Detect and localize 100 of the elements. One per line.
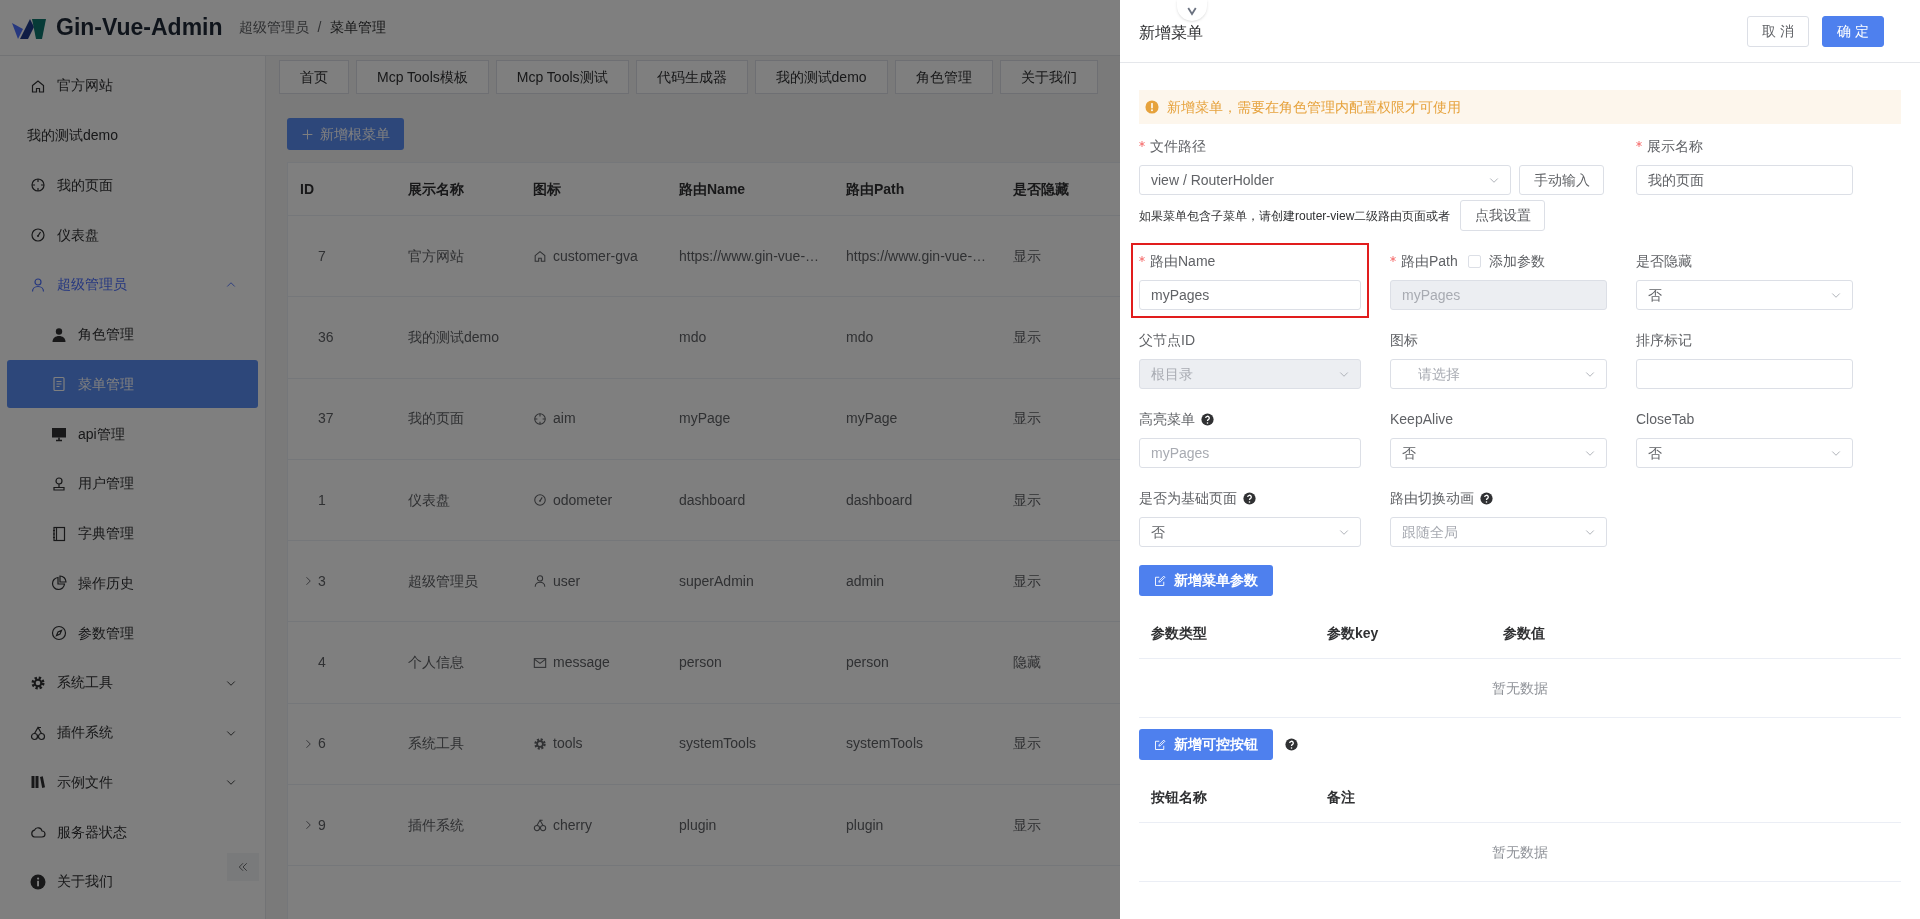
field-label: CloseTab — [1636, 409, 1695, 429]
add-control-button[interactable]: 新增可控按钮 — [1139, 729, 1273, 760]
empty-text: 暂无数据 — [1492, 842, 1548, 862]
table-cell: dashboard — [846, 491, 913, 508]
column-header: 展示名称 — [408, 180, 464, 197]
table-cell: https://www.gin-vue-… — [846, 247, 987, 264]
cloud-icon — [30, 824, 46, 840]
field-label: 是否为基础页面 — [1139, 488, 1237, 508]
table-cell-text: 3 — [318, 571, 326, 591]
sidebar-item[interactable]: 插件系统 — [0, 708, 265, 757]
table-cell: 显示 — [1013, 410, 1041, 427]
sidebar-item[interactable]: api管理 — [0, 410, 265, 458]
crosshair-icon — [533, 411, 547, 426]
select-field[interactable]: 请选择 — [1390, 359, 1607, 389]
sidebar-item[interactable]: 仪表盘 — [0, 211, 265, 259]
select-field[interactable]: 否 — [1139, 517, 1361, 547]
plus-icon — [301, 127, 314, 141]
field-label: 文件路径 — [1150, 136, 1206, 156]
select-field[interactable]: 跟随全局 — [1390, 517, 1607, 547]
column-header: 参数值 — [1502, 624, 1546, 643]
page-tab[interactable]: 首页 — [279, 60, 349, 94]
sidebar-item[interactable]: 我的测试demo — [0, 111, 265, 160]
monitor-icon — [51, 426, 67, 442]
table-cell: mdo — [846, 328, 874, 345]
hint-text: 如果菜单包含子菜单，请创建router-view二级路由页面或者 — [1139, 207, 1451, 225]
table-cell: 插件系统 — [408, 816, 464, 833]
table-cell-text: 6 — [318, 734, 326, 754]
table-cell: plugin — [679, 816, 717, 833]
table-cell-text: 1 — [318, 490, 326, 510]
collapse-button[interactable] — [227, 853, 259, 881]
info-icon — [30, 873, 46, 890]
toggle-tab[interactable] — [1177, 0, 1207, 21]
input-field[interactable]: 我的页面 — [1636, 165, 1853, 195]
table-cell-text: 36 — [318, 327, 334, 347]
column-header: 参数类型 — [1150, 624, 1208, 643]
add-root-menu-button[interactable]: 新增根菜单 — [287, 118, 404, 150]
help-icon — [1285, 738, 1298, 751]
sidebar-item[interactable]: 角色管理 — [0, 310, 265, 359]
select-field[interactable]: 否 — [1390, 438, 1607, 468]
user-icon — [30, 276, 46, 293]
table-cell: 显示 — [1013, 572, 1041, 589]
setup-button[interactable]: 点我设置 — [1460, 200, 1546, 231]
gauge-icon — [30, 227, 46, 243]
sidebar-item[interactable]: 超级管理员 — [0, 260, 265, 309]
warning-icon — [1145, 100, 1159, 114]
select-field[interactable]: 否 — [1636, 280, 1853, 310]
input-field[interactable] — [1636, 359, 1853, 389]
document-icon — [51, 376, 67, 393]
confirm-button[interactable]: 确 定 — [1822, 15, 1884, 47]
manual-input-button[interactable]: 手动输入 — [1519, 165, 1604, 195]
table-cell: 显示 — [1013, 328, 1041, 345]
cancel-button[interactable]: 取 消 — [1747, 15, 1809, 47]
table-cell-text: 4 — [318, 653, 326, 673]
field-label: 图标 — [1390, 330, 1418, 350]
input-field[interactable]: myPages — [1139, 280, 1361, 310]
page-tab[interactable]: 关于我们 — [999, 60, 1098, 94]
input-field[interactable]: myPages — [1139, 438, 1361, 468]
book-icon — [51, 525, 67, 542]
page-tab[interactable]: Mcp Tools测试 — [495, 60, 629, 94]
sidebar-item[interactable]: 用户管理 — [0, 459, 265, 508]
gauge-icon — [533, 493, 547, 508]
page-tab[interactable]: 角色管理 — [894, 60, 993, 94]
page-tab[interactable]: 我的测试demo — [754, 60, 888, 94]
sidebar-item[interactable]: 官方网站 — [0, 61, 265, 110]
column-header: ID — [300, 180, 314, 197]
page-tab[interactable]: 代码生成器 — [635, 60, 748, 94]
field-label: 路由切换动画 — [1390, 488, 1474, 508]
sidebar-item[interactable]: 示例文件 — [0, 758, 265, 807]
select-field[interactable]: 否 — [1636, 438, 1853, 468]
field-label: 父节点ID — [1139, 330, 1195, 350]
table-cell: 系统工具 — [408, 735, 464, 752]
column-header: 按钮名称 — [1150, 788, 1208, 807]
sidebar-item[interactable]: 系统工具 — [0, 658, 265, 707]
breadcrumb-item: 菜单管理 — [330, 18, 387, 37]
person-icon — [51, 326, 67, 343]
breadcrumb-item[interactable]: 超级管理员 — [238, 17, 309, 38]
table-cell-text: odometer — [553, 490, 613, 510]
sidebar-item[interactable]: 菜单管理 — [7, 360, 258, 409]
table-cell: 显示 — [1013, 735, 1041, 752]
table-cell: systemTools — [679, 735, 757, 752]
table-cell: 超级管理员 — [408, 572, 478, 589]
table-cell-text: tools — [553, 734, 583, 754]
table-cell: plugin — [846, 816, 884, 833]
table-cell: admin — [846, 572, 885, 589]
field-label: 高亮菜单 — [1139, 409, 1195, 429]
select-field[interactable]: view / RouterHolder — [1139, 165, 1511, 195]
page-tab[interactable]: Mcp Tools模板 — [356, 60, 489, 94]
sidebar-item[interactable]: 参数管理 — [0, 609, 265, 657]
add-param-button[interactable]: 新增菜单参数 — [1139, 565, 1273, 596]
table-cell: systemTools — [846, 735, 924, 752]
sidebar-item[interactable]: 我的页面 — [0, 161, 265, 210]
breadcrumb-separator: / — [317, 18, 322, 37]
sidebar-item[interactable]: 字典管理 — [0, 509, 265, 558]
sidebar-item[interactable]: 操作历史 — [0, 559, 265, 608]
table-cell: myPage — [846, 410, 898, 427]
help-icon — [1243, 491, 1256, 505]
table-cell: 显示 — [1013, 247, 1041, 264]
compass-icon — [51, 625, 67, 641]
checkbox-label: 添加参数 — [1488, 251, 1545, 271]
column-header: 是否隐藏 — [1013, 180, 1069, 197]
